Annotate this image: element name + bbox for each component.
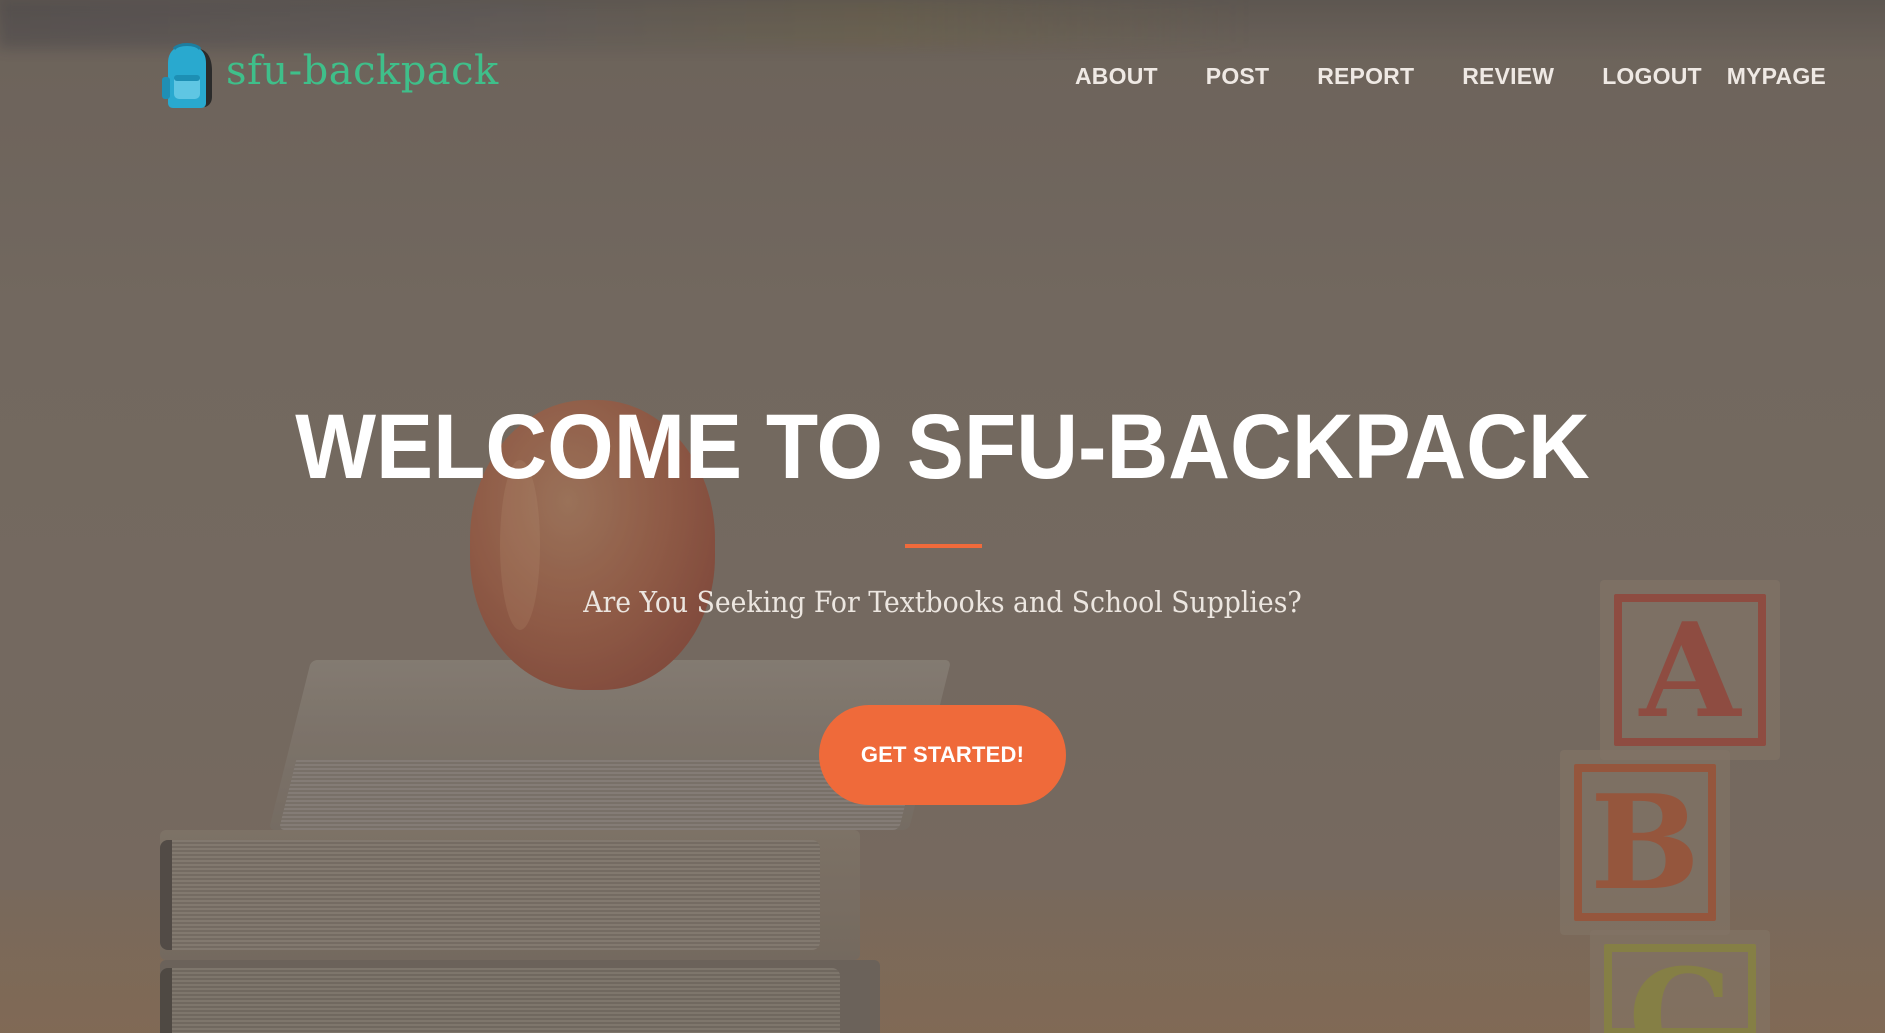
- brand-logo-link[interactable]: sfu-backpack: [160, 40, 499, 110]
- hero-subtitle: Are You Seeking For Textbooks and School…: [583, 585, 1302, 619]
- hero-title: WELCOME TO SFU-BACKPACK: [295, 396, 1590, 498]
- nav-link-logout[interactable]: LOGOUT: [1602, 63, 1702, 90]
- nav-link-review[interactable]: REVIEW: [1462, 63, 1554, 90]
- top-navbar: sfu-backpack ABOUT POST REPORT REVIEW LO…: [0, 0, 1885, 150]
- nav-link-report[interactable]: REPORT: [1317, 63, 1414, 90]
- nav-link-post[interactable]: POST: [1206, 63, 1269, 90]
- brand-name: sfu-backpack: [226, 48, 499, 94]
- nav-menu: ABOUT POST REPORT REVIEW LOGOUT MYPAGE: [1075, 58, 1826, 94]
- backpack-icon: [160, 41, 214, 109]
- hero-overlay: [0, 0, 1885, 1033]
- nav-link-about[interactable]: ABOUT: [1075, 63, 1158, 90]
- hero-divider: [905, 544, 982, 548]
- hero-background-image: A B C: [0, 0, 1885, 1033]
- get-started-button[interactable]: GET STARTED!: [819, 705, 1066, 805]
- nav-link-mypage[interactable]: MYPAGE: [1727, 63, 1826, 90]
